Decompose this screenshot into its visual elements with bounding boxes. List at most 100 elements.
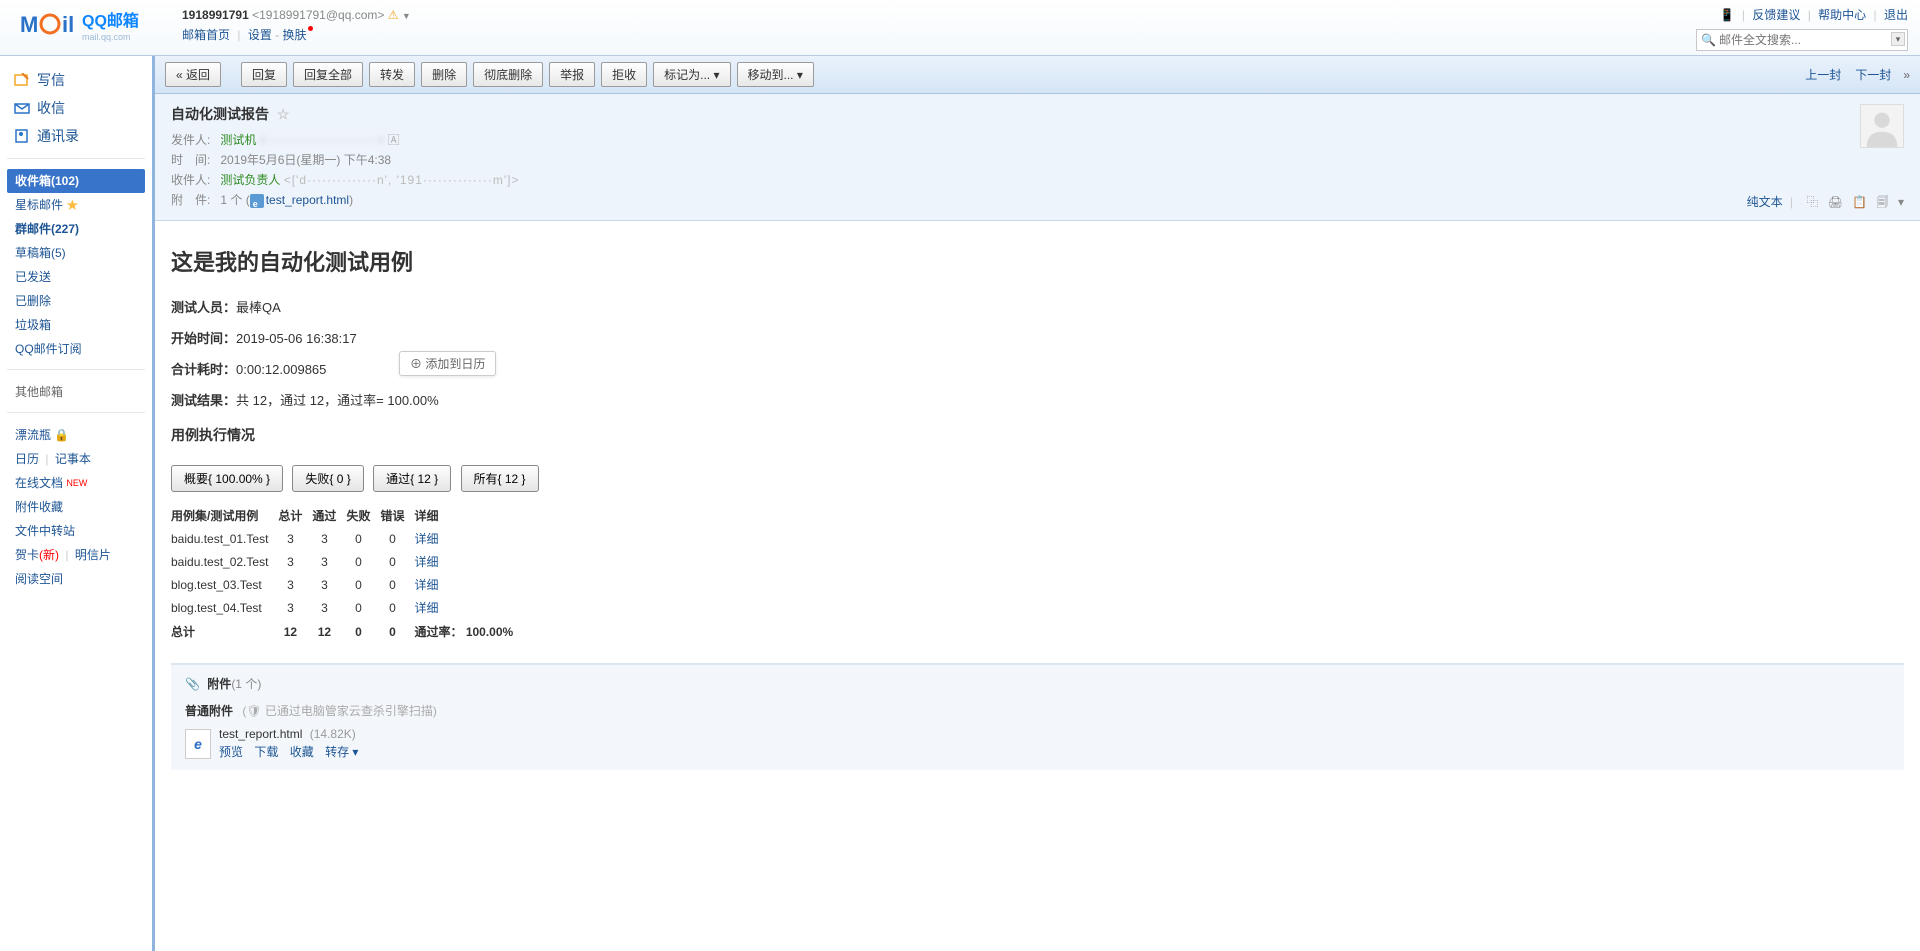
reply-button[interactable]: 回复 — [241, 62, 287, 87]
more-dropdown-icon[interactable]: ▾ — [1898, 195, 1904, 209]
failed-button[interactable]: 失败{ 0 } — [292, 465, 363, 492]
link-notes[interactable]: 记事本 — [55, 452, 91, 466]
delete-button[interactable]: 删除 — [421, 62, 467, 87]
star-icon: ★ — [66, 198, 78, 212]
detail-link[interactable]: 详细 — [414, 532, 438, 546]
report-title: 这是我的自动化测试用例 — [171, 245, 1904, 277]
recipient-name[interactable]: 测试负责人 — [220, 173, 280, 187]
header-right: 📱 | 反馈建议 | 帮助中心 | 退出 🔍 ▾ — [1696, 6, 1908, 51]
table-footer-row: 总计 12 12 0 0 通过率： 100.00% — [171, 619, 523, 643]
dropdown-icon[interactable]: ▼ — [402, 11, 411, 21]
link-feedback[interactable]: 反馈建议 — [1752, 8, 1800, 22]
delete-permanent-button[interactable]: 彻底删除 — [473, 62, 543, 87]
prev-mail-link[interactable]: 上一封 — [1805, 66, 1841, 83]
mail-toolbar: « 返回 回复 回复全部 转发 删除 彻底删除 举报 拒收 标记为... ▾ 移… — [155, 56, 1920, 94]
paperclip-icon: 📎 — [185, 677, 200, 691]
sidebar-item-sent[interactable]: 已发送 — [7, 265, 145, 289]
window-icon[interactable]: ⿻ — [1806, 195, 1818, 209]
plaintext-link[interactable]: 纯文本 — [1747, 195, 1783, 209]
summary-button[interactable]: 概要{ 100.00% } — [171, 465, 283, 492]
move-to-button[interactable]: 移动到... ▾ — [737, 62, 814, 87]
sidebar-item-spam[interactable]: 垃圾箱 — [7, 313, 145, 337]
svg-text:mail.qq.com: mail.qq.com — [82, 32, 131, 42]
sidebar-item-drafts[interactable]: 草稿箱(5) — [7, 241, 145, 265]
search-dropdown-icon[interactable]: ▾ — [1891, 32, 1905, 46]
sender-name[interactable]: 测试机 — [220, 133, 256, 147]
sidebar-item-deleted[interactable]: 已删除 — [7, 289, 145, 313]
table-row: baidu.test_02.Test3300详细 — [171, 550, 523, 573]
expand-icon[interactable]: » — [1903, 68, 1910, 82]
sidebar-item-star[interactable]: 星标邮件 ★ — [7, 193, 145, 217]
sidebar-item-bottle[interactable]: 漂流瓶 🔒 — [7, 423, 145, 447]
sidebar-item-inbox[interactable]: 收件箱(102) — [7, 169, 145, 193]
reject-button[interactable]: 拒收 — [601, 62, 647, 87]
sidebar-item-group[interactable]: 群邮件(227) — [7, 217, 145, 241]
print-icon[interactable]: 🖨 — [1828, 195, 1843, 209]
link-settings[interactable]: 设置 — [248, 28, 272, 42]
sidebar-item-docs[interactable]: 在线文档 NEW — [7, 471, 145, 495]
report-spam-button[interactable]: 举报 — [549, 62, 595, 87]
inbox-icon — [13, 100, 31, 116]
mail-time: 2019年5月6日(星期一) 下午4:38 — [220, 153, 391, 167]
detail-link[interactable]: 详细 — [414, 601, 438, 615]
add-to-calendar-hint[interactable]: ⊕ 添加到日历 — [399, 351, 496, 376]
logo-area: M il QQ邮箱 mail.qq.com — [20, 6, 170, 46]
next-mail-link[interactable]: 下一封 — [1855, 66, 1891, 83]
contacts-icon — [13, 128, 31, 144]
export-icon[interactable]: 🗐 — [1877, 195, 1889, 209]
contacts-link[interactable]: 通讯录 — [7, 122, 145, 150]
search-input[interactable] — [1696, 29, 1908, 51]
normal-attach-label: 普通附件 — [185, 704, 233, 718]
sidebar-item-readspace[interactable]: 阅读空间 — [7, 567, 145, 591]
sidebar-item-card: 贺卡(新) | 明信片 — [7, 543, 145, 567]
compose-link[interactable]: 写信 — [7, 66, 145, 94]
attach-preview-link[interactable]: 预览 — [219, 745, 243, 759]
attach-download-link[interactable]: 下载 — [254, 745, 278, 759]
detail-link[interactable]: 详细 — [414, 555, 438, 569]
link-mail-home[interactable]: 邮箱首页 — [182, 28, 230, 42]
reply-all-button[interactable]: 回复全部 — [293, 62, 363, 87]
attach-favorite-link[interactable]: 收藏 — [290, 745, 314, 759]
sidebar-folders: 收件箱(102) 星标邮件 ★ 群邮件(227) 草稿箱(5) 已发送 已删除 … — [7, 165, 145, 370]
mail-subject: 自动化测试报告 ☆ — [171, 104, 1904, 124]
mail-body: 这是我的自动化测试用例 测试人员：最棒QA 开始时间：2019-05-06 16… — [155, 221, 1920, 951]
warning-icon[interactable]: ⚠ — [388, 8, 399, 22]
test-result-table: 用例集/测试用例 总计 通过 失败 错误 详细 baidu.test_01.Te… — [171, 504, 523, 643]
passed-button[interactable]: 通过{ 12 } — [373, 465, 451, 492]
detail-link[interactable]: 详细 — [414, 578, 438, 592]
account-links: 邮箱首页 | 设置 - 换肤 — [182, 26, 411, 43]
link-help[interactable]: 帮助中心 — [1818, 8, 1866, 22]
table-row: blog.test_04.Test3300详细 — [171, 596, 523, 619]
contact-card-icon[interactable]: 🄰 — [388, 133, 400, 147]
attach-transfer-link[interactable]: 转存 ▾ — [325, 745, 358, 759]
link-calendar[interactable]: 日历 — [15, 452, 39, 466]
all-button[interactable]: 所有{ 12 } — [461, 465, 539, 492]
copy-icon[interactable]: 📋 — [1852, 195, 1867, 209]
link-card[interactable]: 贺卡(新) — [15, 548, 59, 562]
link-logout[interactable]: 退出 — [1884, 8, 1908, 22]
section-title: 用例执行情况 — [171, 425, 1904, 445]
link-skin[interactable]: 换肤 — [283, 28, 313, 42]
star-toggle-icon[interactable]: ☆ — [277, 106, 290, 122]
link-postcard[interactable]: 明信片 — [75, 548, 111, 562]
mark-as-button[interactable]: 标记为... ▾ — [653, 62, 730, 87]
svg-text:il: il — [62, 12, 74, 37]
qqmail-logo: M il QQ邮箱 mail.qq.com — [20, 6, 170, 46]
sidebar-item-subscribe[interactable]: QQ邮件订阅 — [7, 337, 145, 361]
sidebar: 写信 收信 通讯录 收件箱(102) 星标邮件 ★ 群邮件(227) 草稿箱(5… — [0, 56, 155, 951]
forward-button[interactable]: 转发 — [369, 62, 415, 87]
attach-title: 附件(1 个) — [207, 677, 261, 691]
sidebar-item-attach-fav[interactable]: 附件收藏 — [7, 495, 145, 519]
attach-link[interactable]: test_report.html — [266, 193, 349, 207]
sender-avatar[interactable] — [1860, 104, 1904, 148]
app-header: M il QQ邮箱 mail.qq.com 1918991791 <191899… — [0, 0, 1920, 56]
mobile-icon[interactable]: 📱 — [1720, 8, 1735, 22]
html-file-icon: e — [185, 729, 211, 759]
attach-file-size: (14.82K) — [310, 727, 356, 741]
back-button[interactable]: « 返回 — [165, 62, 221, 87]
receive-link[interactable]: 收信 — [7, 94, 145, 122]
sidebar-item-file-transfer[interactable]: 文件中转站 — [7, 519, 145, 543]
search-icon: 🔍 — [1701, 33, 1716, 47]
attach-file-row: e test_report.html (14.82K) 预览 下载 收藏 转存 … — [185, 727, 1890, 760]
sidebar-item-other-mailbox[interactable]: 其他邮箱 — [7, 380, 145, 404]
